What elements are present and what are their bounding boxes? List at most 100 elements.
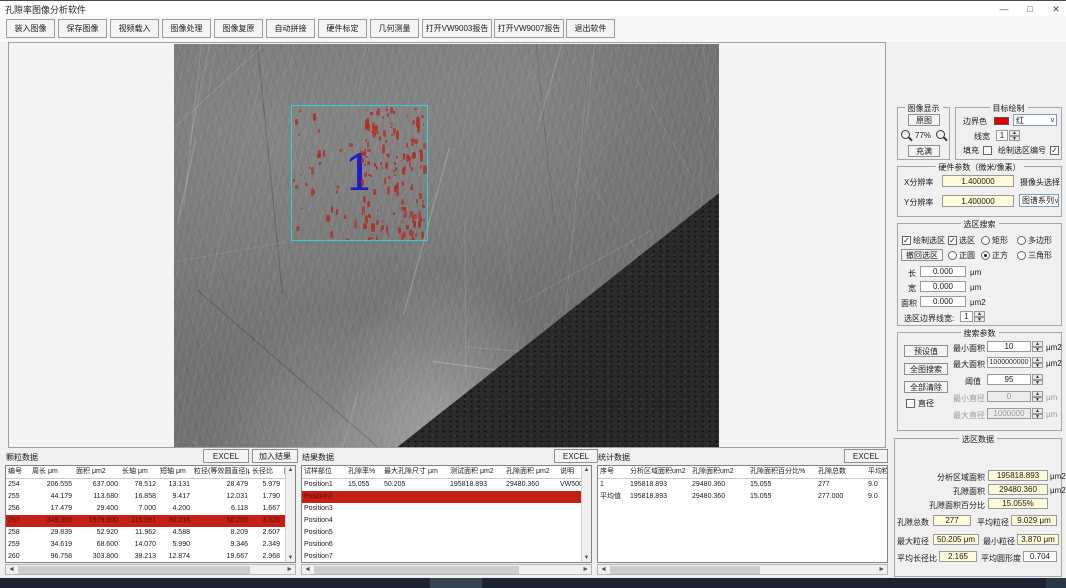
region-checkbox[interactable]: ✓ xyxy=(948,236,957,245)
particle-hscrollbar[interactable]: ◄ ► xyxy=(5,564,296,575)
image-canvas[interactable]: 1 xyxy=(8,42,886,448)
fill-checkbox[interactable] xyxy=(983,146,992,155)
table-row[interactable]: Position3 xyxy=(302,503,591,515)
result-excel-button[interactable]: EXCEL xyxy=(554,449,598,463)
open-report-9007-button[interactable]: 打开VW9007报告 xyxy=(494,19,564,38)
border-color-select[interactable]: 红∨ xyxy=(1013,114,1057,126)
save-image-button[interactable]: 保存图像 xyxy=(58,19,107,38)
max-area-field[interactable]: 1000000000 xyxy=(987,357,1031,368)
stats-excel-button[interactable]: EXCEL xyxy=(844,449,888,463)
scroll-left-icon[interactable]: ◄ xyxy=(8,565,15,575)
table-row[interactable]: 257349.3551979.600115.59130.21650.2053.8… xyxy=(6,515,295,527)
draw-number-checkbox[interactable]: ✓ xyxy=(1050,146,1059,155)
table-row[interactable]: 25934.61968.60014.0705.9909.3462.349 xyxy=(6,539,295,551)
image-restore-button[interactable]: 图像复原 xyxy=(214,19,263,38)
table-vscrollbar[interactable]: ▲▼ xyxy=(581,466,591,562)
geometry-measure-button[interactable]: 几何测量 xyxy=(370,19,419,38)
table-row[interactable]: Position5 xyxy=(302,527,591,539)
min-area-field[interactable]: 10 xyxy=(987,341,1031,352)
result-table[interactable]: 试样部位孔隙率%最大孔隙尺寸 μm测试面积 μm2孔隙面积 μm2说明Posit… xyxy=(301,465,592,563)
table-row[interactable]: Position7 xyxy=(302,551,591,563)
selection-region[interactable]: 1 xyxy=(291,105,428,241)
table-cell xyxy=(346,527,382,539)
min-diameter-spinner[interactable]: ▲▼ xyxy=(1032,391,1043,402)
result-hscrollbar[interactable]: ◄ ► xyxy=(301,564,592,575)
table-row[interactable]: 25544.179113.68016.8589.41712.0311.790 xyxy=(6,491,295,503)
circle-radio[interactable] xyxy=(948,251,957,260)
scroll-thumb[interactable] xyxy=(314,566,519,574)
table-row[interactable]: 26096.758303.80038.21312.87419.6672.968 xyxy=(6,551,295,563)
polygon-radio[interactable] xyxy=(1017,236,1026,245)
specimen-image[interactable]: 1 xyxy=(174,44,719,447)
stats-hscrollbar[interactable]: ◄ ► xyxy=(597,564,888,575)
camera-select[interactable]: 图谱系列∨ xyxy=(1019,194,1059,207)
preset-button[interactable]: 预设值 xyxy=(904,345,948,357)
load-image-button[interactable]: 装入图像 xyxy=(6,19,55,38)
table-cell xyxy=(504,491,558,503)
particle-excel-button[interactable]: EXCEL xyxy=(203,449,249,463)
scroll-left-icon[interactable]: ◄ xyxy=(304,565,311,575)
y-resolution-field[interactable]: 1.400000 xyxy=(942,195,1014,207)
exit-button[interactable]: 退出软件 xyxy=(566,19,615,38)
max-diameter-spinner[interactable]: ▲▼ xyxy=(1032,408,1043,419)
region-border-width-spinner[interactable]: ▲▼ xyxy=(974,311,985,322)
draw-region-checkbox[interactable]: ✓ xyxy=(902,236,911,245)
x-resolution-field[interactable]: 1.400000 xyxy=(942,175,1014,187)
maximize-icon[interactable]: □ xyxy=(1018,2,1042,16)
minimize-icon[interactable]: — xyxy=(992,2,1016,16)
scroll-right-icon[interactable]: ► xyxy=(582,565,589,575)
open-report-9003-button[interactable]: 打开VW9003报告 xyxy=(422,19,492,38)
scroll-right-icon[interactable]: ► xyxy=(286,565,293,575)
stats-table[interactable]: 序号分析区域面积um2孔隙面积um2孔隙面积百分比%孔隙总数平均粒径119581… xyxy=(597,465,888,563)
max-diameter-field[interactable]: 1000000 xyxy=(987,408,1031,419)
threshold-spinner[interactable]: ▲▼ xyxy=(1032,374,1043,385)
triangle-radio[interactable] xyxy=(1017,251,1026,260)
diameter-checkbox[interactable] xyxy=(906,399,915,408)
zoom-in-icon[interactable] xyxy=(936,130,945,139)
min-area-spinner[interactable]: ▲▼ xyxy=(1032,341,1043,352)
rect-radio[interactable] xyxy=(981,236,990,245)
close-icon[interactable]: ✕ xyxy=(1044,2,1066,16)
fill-view-button[interactable]: 充满 xyxy=(908,145,940,157)
original-image-button[interactable]: 原图 xyxy=(908,114,940,126)
undo-region-button[interactable]: 撤回选区 xyxy=(901,249,943,261)
square-radio[interactable] xyxy=(981,251,990,260)
table-row[interactable]: 25617.47929.4007.0004.2006.1181.667 xyxy=(6,503,295,515)
table-row[interactable]: 254206.555637.00078.51213.13128.4795.979 xyxy=(6,479,295,491)
threshold-field[interactable]: 95 xyxy=(987,374,1031,385)
scroll-right-icon[interactable]: ► xyxy=(878,565,885,575)
add-result-button[interactable]: 加入结果 xyxy=(252,449,298,463)
min-diameter-field[interactable]: 0 xyxy=(987,391,1031,402)
table-row[interactable]: Position2 xyxy=(302,491,591,503)
table-cell xyxy=(382,503,448,515)
taskbar-item[interactable] xyxy=(1046,578,1066,588)
scroll-thumb[interactable] xyxy=(610,566,760,574)
particle-table[interactable]: 编号周长 μm面积 μm2长轴 μm短轴 μm粒径(等效圆直径)μm长径比圆形度… xyxy=(5,465,296,563)
region-border-width-field[interactable]: 1 xyxy=(960,311,973,322)
table-row[interactable]: 平均值195818.89329480.36015.055277.0009.0 xyxy=(598,491,887,503)
table-vscrollbar[interactable]: ▲▼ xyxy=(285,466,295,562)
table-row[interactable]: Position115.05550.205195818.89329480.360… xyxy=(302,479,591,491)
hardware-calib-button[interactable]: 硬件标定 xyxy=(318,19,367,38)
scroll-left-icon[interactable]: ◄ xyxy=(600,565,607,575)
line-width-spinner[interactable]: ▲▼ xyxy=(1009,130,1020,141)
clear-all-button[interactable]: 全部清除 xyxy=(904,381,948,393)
taskbar-item[interactable] xyxy=(430,578,482,588)
auto-stitch-button[interactable]: 自动拼接 xyxy=(266,19,315,38)
table-row[interactable]: Position4 xyxy=(302,515,591,527)
scroll-thumb[interactable] xyxy=(18,566,250,574)
video-load-button[interactable]: 视频载入 xyxy=(110,19,159,38)
table-row[interactable]: 1195818.89329480.36015.0552779.0 xyxy=(598,479,887,491)
zoom-out-icon[interactable] xyxy=(901,130,910,139)
table-row[interactable]: 25829.83952.92011.9624.5888.2092.607 xyxy=(6,527,295,539)
line-width-field[interactable]: 1 xyxy=(996,130,1008,141)
width-field[interactable]: 0.000 xyxy=(920,281,966,292)
table-row[interactable]: Position6 xyxy=(302,539,591,551)
border-color-swatch[interactable] xyxy=(994,117,1009,125)
area-field[interactable]: 0.000 xyxy=(920,296,966,307)
max-area-spinner[interactable]: ▲▼ xyxy=(1032,357,1043,368)
image-process-button[interactable]: 图像处理 xyxy=(162,19,211,38)
length-field[interactable]: 0.000 xyxy=(920,266,966,277)
table-header-row: 编号周长 μm面积 μm2长轴 μm短轴 μm粒径(等效圆直径)μm长径比圆形度 xyxy=(6,466,295,479)
full-search-button[interactable]: 全图搜索 xyxy=(904,363,948,375)
